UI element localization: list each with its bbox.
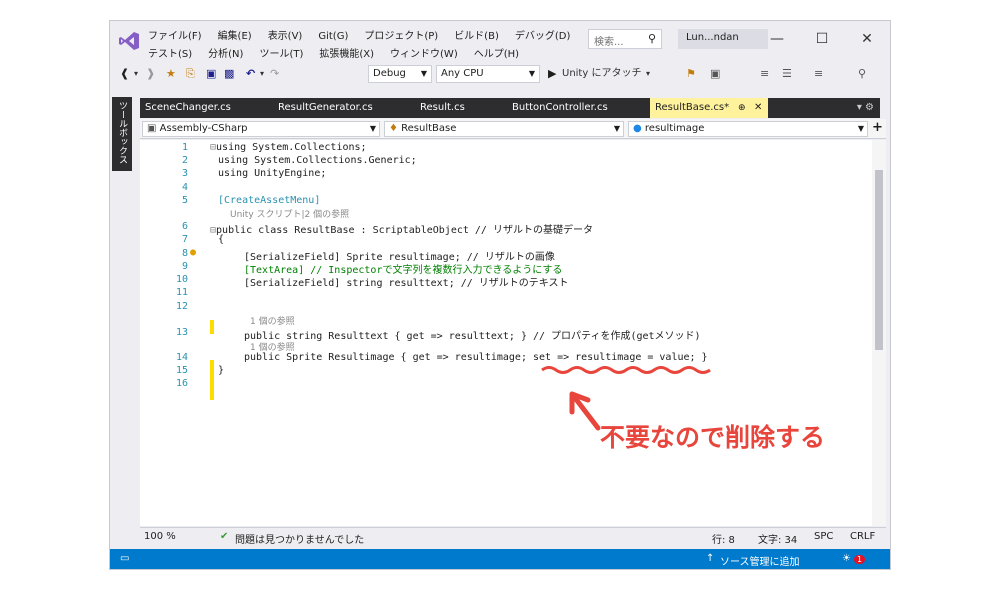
annotation-overlay	[541, 366, 711, 431]
annotation-label: 不要なので削除する	[600, 423, 826, 452]
wavy-underline	[541, 366, 711, 374]
arrow-icon	[569, 391, 601, 431]
